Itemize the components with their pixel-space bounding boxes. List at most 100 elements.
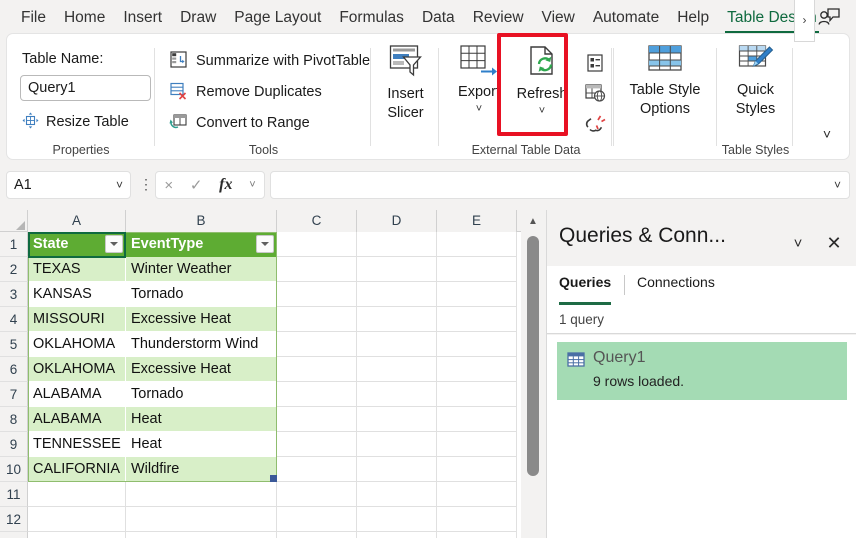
queries-panel-collapse-chevron-icon[interactable]: ˅ [785,230,811,256]
cell-c8[interactable] [277,407,357,432]
properties-icon[interactable] [580,48,610,78]
cell-a7[interactable]: ALABAMA [28,382,126,407]
cell-e9[interactable] [437,432,517,457]
table-resize-handle[interactable] [270,475,277,482]
summarize-with-pivottable-button[interactable]: Summarize with PivotTable [169,48,370,74]
cell-a4[interactable]: MISSOURI [28,307,126,332]
cell-a3[interactable]: KANSAS [28,282,126,307]
cell-d5[interactable] [357,332,437,357]
cell-e5[interactable] [437,332,517,357]
row-header-8[interactable]: 8 [0,407,28,432]
formula-bar-expand-chevron-icon[interactable]: ˅ [834,178,841,192]
cell-a6[interactable]: OKLAHOMA [28,357,126,382]
cell-c12[interactable] [277,507,357,532]
cell-c3[interactable] [277,282,357,307]
cell-a12[interactable] [28,507,126,532]
cell-d13[interactable] [357,532,437,538]
table-style-options-button[interactable]: Table Style Options [613,44,717,119]
row-header-5[interactable]: 5 [0,332,28,357]
table-header-cell-eventtype[interactable]: EventType [126,232,277,257]
convert-to-range-button[interactable]: Convert to Range [169,110,310,136]
row-header-12[interactable]: 12 [0,507,28,532]
formula-bar-drag-handle[interactable]: ⋮ [139,177,149,191]
row-header-11[interactable]: 11 [0,482,28,507]
cell-c5[interactable] [277,332,357,357]
export-button[interactable]: Export ˅ [448,44,510,116]
cell-d9[interactable] [357,432,437,457]
cell-d8[interactable] [357,407,437,432]
cell-d1[interactable] [357,232,437,257]
cell-b2[interactable]: Winter Weather [126,257,277,282]
cell-c7[interactable] [277,382,357,407]
cell-a13[interactable] [28,532,126,538]
cell-b6[interactable]: Excessive Heat [126,357,277,382]
cell-b13[interactable] [126,532,277,538]
tab-home[interactable]: Home [55,3,114,31]
tab-help[interactable]: Help [668,3,718,31]
cell-e11[interactable] [437,482,517,507]
formula-input[interactable]: ˅ [270,171,850,199]
cell-c9[interactable] [277,432,357,457]
cell-e4[interactable] [437,307,517,332]
cell-e12[interactable] [437,507,517,532]
cell-d6[interactable] [357,357,437,382]
insert-function-chevron-down-icon[interactable]: ˅ [249,179,255,191]
column-header-c[interactable]: C [277,210,357,232]
confirm-formula-icon[interactable]: ✓ [190,176,203,194]
resize-table-button[interactable]: Resize Table [22,110,129,134]
cell-d11[interactable] [357,482,437,507]
cell-e7[interactable] [437,382,517,407]
table-name-input[interactable] [20,75,151,101]
column-header-d[interactable]: D [357,210,437,232]
cell-c2[interactable] [277,257,357,282]
vertical-scrollbar[interactable]: ▲ [521,210,545,538]
cell-b10[interactable]: Wildfire [126,457,277,482]
cancel-formula-icon[interactable]: × [164,177,173,194]
tab-queries[interactable]: Queries [559,274,611,299]
refresh-chevron-down-icon[interactable]: ˅ [539,105,545,118]
share-comments-icon[interactable] [812,4,846,30]
column-header-e[interactable]: E [437,210,517,232]
cell-a2[interactable]: TEXAS [28,257,126,282]
cell-a9[interactable]: TENNESSEE [28,432,126,457]
cell-a11[interactable] [28,482,126,507]
name-box-chevron-down-icon[interactable]: ˅ [116,178,123,192]
quick-styles-button[interactable]: Quick Styles [718,44,793,119]
row-header-2[interactable]: 2 [0,257,28,282]
cell-e1[interactable] [437,232,517,257]
cell-c6[interactable] [277,357,357,382]
queries-panel-close-icon[interactable]: ✕ [821,230,847,256]
cell-b9[interactable]: Heat [126,432,277,457]
cell-a5[interactable]: OKLAHOMA [28,332,126,357]
cell-e3[interactable] [437,282,517,307]
vertical-scrollbar-thumb[interactable] [527,236,539,476]
tab-view[interactable]: View [533,3,584,31]
cell-e10[interactable] [437,457,517,482]
export-chevron-down-icon[interactable]: ˅ [476,103,482,116]
cell-a10[interactable]: CALIFORNIA [28,457,126,482]
cell-d3[interactable] [357,282,437,307]
unlink-icon[interactable] [580,108,610,138]
cell-e6[interactable] [437,357,517,382]
refresh-button[interactable]: Refresh ˅ [510,44,574,118]
select-all-corner-button[interactable] [0,210,28,232]
tab-page-layout[interactable]: Page Layout [225,3,330,31]
cell-d10[interactable] [357,457,437,482]
tab-formulas[interactable]: Formulas [330,3,413,31]
tab-connections[interactable]: Connections [637,274,715,299]
insert-function-icon[interactable]: fx [219,176,232,194]
tab-review[interactable]: Review [464,3,533,31]
cell-b7[interactable]: Tornado [126,382,277,407]
cell-c11[interactable] [277,482,357,507]
cell-e13[interactable] [437,532,517,538]
row-header-10[interactable]: 10 [0,457,28,482]
tab-draw[interactable]: Draw [171,3,225,31]
tab-data[interactable]: Data [413,3,464,31]
tab-insert[interactable]: Insert [114,3,171,31]
cell-e8[interactable] [437,407,517,432]
scroll-up-arrow-icon[interactable]: ▲ [521,210,545,232]
filter-button-eventtype[interactable] [256,235,274,253]
row-header-13[interactable]: 13 [0,532,28,538]
open-in-browser-icon[interactable] [580,78,610,108]
row-header-4[interactable]: 4 [0,307,28,332]
